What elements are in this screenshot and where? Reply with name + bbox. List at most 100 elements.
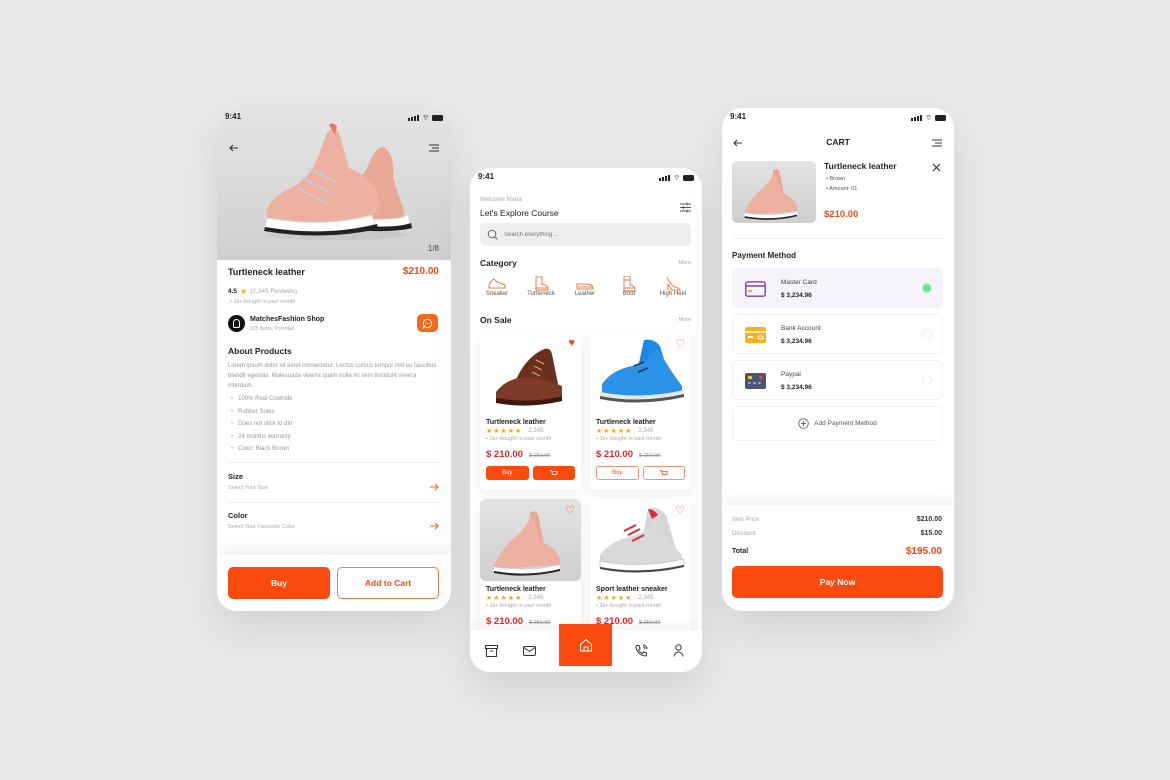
feature-list: 100% Real Cowhide Rubber Soles Does not … bbox=[231, 393, 292, 456]
product-price: $ 210.00 bbox=[596, 449, 633, 460]
star-rating: ★★★★★ bbox=[596, 428, 633, 435]
heart-outline-icon[interactable]: ♡ bbox=[675, 504, 685, 517]
heart-filled-icon[interactable]: ♥ bbox=[568, 337, 575, 349]
arrow-right-icon bbox=[430, 483, 439, 491]
shop-logo[interactable] bbox=[228, 315, 245, 332]
review-count[interactable]: (2,345 Reviews) bbox=[250, 288, 297, 295]
add-payment-label: Add Payment Method bbox=[814, 420, 877, 427]
star-icon: ★ bbox=[240, 287, 248, 296]
size-selector[interactable]: Size Select Your Size bbox=[217, 466, 451, 502]
mail-icon[interactable] bbox=[523, 646, 536, 656]
payment-option-paypal[interactable]: Paypal $ 3,234.96 bbox=[732, 360, 943, 400]
product-image: 1/8 bbox=[217, 108, 451, 260]
sneaker-image bbox=[264, 123, 412, 240]
color-selector[interactable]: Color Select Your Favourite Color bbox=[217, 505, 451, 541]
total-label: Total bbox=[732, 548, 749, 555]
remove-item-icon[interactable] bbox=[932, 163, 941, 172]
product-name: Turtleneck leather bbox=[486, 586, 546, 593]
high-heel-icon bbox=[666, 276, 681, 291]
size-label: Size bbox=[228, 472, 244, 481]
star-rating: ★★★★★ bbox=[486, 428, 523, 435]
product-image: ♡ bbox=[590, 332, 691, 414]
cart-screen: 9:41 ⌔ CART Turtleneck leather • Brown •… bbox=[722, 108, 954, 611]
buy-button[interactable]: Buy bbox=[228, 567, 330, 599]
cart-icon bbox=[659, 469, 668, 475]
category-boot[interactable]: Boot bbox=[609, 275, 649, 297]
order-summary: Item Price $210.00 Discount $15.00 Total… bbox=[722, 505, 954, 611]
category-high-heel[interactable]: High Heel bbox=[653, 276, 693, 297]
product-card[interactable]: ♥ Turtleneck leather ★★★★★ 2,345 • 1k+ bo… bbox=[480, 332, 581, 490]
payment-name: Paypal bbox=[781, 371, 801, 378]
bought-note: • 1k+ bought in past month bbox=[596, 436, 662, 442]
bought-note: • 1k+ bought in past month bbox=[486, 436, 552, 442]
add-payment-method-button[interactable]: Add Payment Method bbox=[732, 406, 943, 441]
archive-icon[interactable] bbox=[485, 645, 498, 657]
bottom-action-bar: Buy Add to Cart bbox=[217, 555, 451, 611]
search-icon bbox=[487, 229, 498, 240]
payment-option-bank-account[interactable]: Bank Account $ 3,234.96 bbox=[732, 314, 943, 354]
home-tab[interactable] bbox=[559, 624, 612, 666]
pay-now-button[interactable]: Pay Now bbox=[732, 566, 943, 598]
brown-shoe-image bbox=[496, 348, 562, 406]
radio-selected[interactable] bbox=[922, 283, 932, 293]
grey-sneaker-image bbox=[599, 507, 685, 573]
payment-option-master-card[interactable]: Master Card $ 3,234.96 bbox=[732, 268, 943, 308]
search-input[interactable] bbox=[504, 228, 674, 241]
old-price: $ 250.00 bbox=[528, 620, 551, 626]
bought-text: 1k+ bought in past month bbox=[599, 603, 662, 609]
battery-icon bbox=[432, 115, 443, 121]
chat-button[interactable] bbox=[417, 314, 438, 332]
category-more-link[interactable]: More bbox=[678, 260, 691, 266]
feature-item: 24 months warranty bbox=[231, 431, 292, 444]
category-turtleneck[interactable]: Turtleneck bbox=[521, 276, 561, 297]
payment-amount: $ 3,234.96 bbox=[781, 384, 812, 391]
page-heading: Let's Explore Course bbox=[480, 208, 559, 218]
divider bbox=[732, 238, 944, 239]
status-time: 9:41 bbox=[478, 172, 495, 181]
back-arrow-icon[interactable] bbox=[229, 143, 239, 153]
add-to-cart-button[interactable] bbox=[532, 466, 575, 480]
filter-icon[interactable] bbox=[680, 202, 691, 213]
plus-circle-icon bbox=[798, 418, 809, 429]
category-leather[interactable]: Leather bbox=[565, 276, 605, 297]
search-bar[interactable] bbox=[480, 223, 691, 246]
shop-meta: 325 items, Potential bbox=[250, 326, 294, 332]
old-price: $ 250.00 bbox=[638, 620, 661, 626]
bought-text: 1k+ bought in past month bbox=[599, 436, 662, 442]
rating-count: 2,345 bbox=[528, 428, 544, 434]
add-to-cart-button[interactable]: Add to Cart bbox=[337, 567, 439, 599]
item-color: Brown bbox=[829, 176, 846, 182]
radio-unselected[interactable] bbox=[922, 375, 932, 385]
status-time: 9:41 bbox=[730, 112, 747, 121]
wifi-icon: ⌔ bbox=[673, 174, 680, 182]
heart-outline-icon[interactable]: ♡ bbox=[675, 337, 685, 350]
signal-icon bbox=[408, 115, 420, 121]
menu-icon[interactable] bbox=[932, 139, 942, 147]
profile-icon[interactable] bbox=[673, 644, 684, 657]
shop-name[interactable]: MatchesFashion Shop bbox=[250, 316, 324, 323]
buy-button[interactable]: Buy bbox=[486, 466, 529, 480]
heart-outline-icon[interactable]: ♡ bbox=[565, 504, 575, 517]
product-card[interactable]: ♡ Turtleneck leather ★★★★★ 2,345 • 1k+ bo… bbox=[480, 499, 581, 639]
product-card[interactable]: ♡ Sport leather sneaker ★★★★★ 2,345 • 1k+… bbox=[590, 499, 691, 639]
product-price: $ 210.00 bbox=[486, 449, 523, 460]
menu-icon[interactable] bbox=[429, 144, 439, 152]
radio-unselected[interactable] bbox=[922, 329, 932, 339]
on-sale-more-link[interactable]: More bbox=[678, 317, 691, 323]
item-amount: Amount: 01 bbox=[829, 186, 858, 192]
category-sneaker[interactable]: Sneaker bbox=[477, 276, 517, 297]
category-label: Leather bbox=[574, 291, 596, 297]
divider bbox=[227, 502, 441, 503]
product-image: ♥ bbox=[480, 332, 581, 414]
add-to-cart-button[interactable] bbox=[642, 466, 685, 480]
image-counter: 1/8 bbox=[427, 244, 439, 253]
bought-note: • 1k+ bought in past month bbox=[596, 603, 662, 609]
product-price: $ 210.00 bbox=[486, 616, 523, 627]
star-rating: ★★★★★ bbox=[486, 595, 523, 602]
status-bar: 9:41 ⌔ bbox=[722, 108, 954, 128]
feature-item: 100% Real Cowhide bbox=[231, 393, 292, 406]
buy-button[interactable]: Buy bbox=[596, 466, 639, 480]
product-card[interactable]: ♡ Turtleneck leather ★★★★★ 2,345 • 1k+ bo… bbox=[590, 332, 691, 490]
phone-call-icon[interactable] bbox=[635, 644, 648, 657]
product-title: Turtleneck leather bbox=[228, 267, 305, 277]
